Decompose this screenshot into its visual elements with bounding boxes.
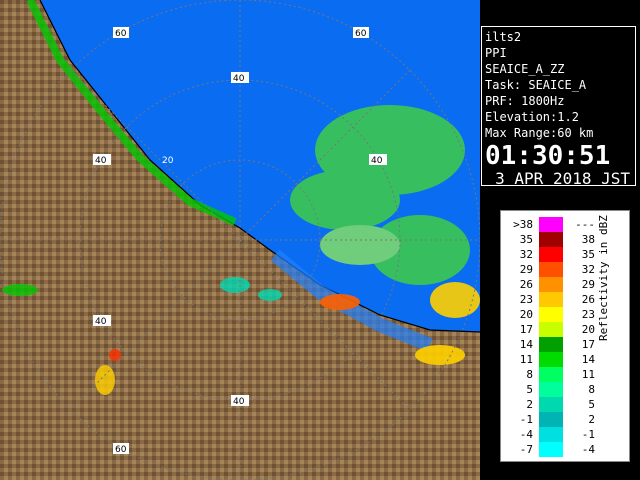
range-label-north-40: 40 (231, 72, 249, 84)
legend-low-value: -1 (519, 413, 533, 426)
legend-low-value: 20 (519, 308, 533, 321)
legend-row: >38 --- (501, 217, 601, 232)
range-label: 20 (162, 156, 174, 166)
range-label: 60 (115, 29, 127, 39)
range-label-sw-60: 60 (113, 443, 129, 455)
range-label: 40 (233, 74, 245, 84)
task-name: Task: SEAICE_A (485, 78, 587, 92)
legend-high-value: -4 (581, 443, 595, 456)
legend-low-value: 23 (519, 293, 533, 306)
legend-high-value: --- (575, 218, 595, 231)
legend-low-value: 14 (519, 338, 533, 351)
legend-row: 23 26 (501, 292, 601, 307)
legend-row: -1 2 (501, 412, 601, 427)
legend-color-swatch (539, 397, 563, 412)
max-range-value: Max Range:60 km (485, 126, 594, 140)
legend-color-swatch (539, 337, 563, 352)
legend-low-value: 35 (519, 233, 533, 246)
legend-high-value: 35 (581, 248, 595, 261)
range-label: 40 (95, 317, 107, 327)
legend-low-value: -7 (519, 443, 533, 456)
range-label: 60 (355, 29, 367, 39)
legend-high-value: -1 (581, 428, 595, 441)
elevation-value: Elevation:1.2 (485, 110, 579, 124)
legend-low-value: 26 (519, 278, 533, 291)
legend-row: 26 29 (501, 277, 601, 292)
legend-color-swatch (539, 322, 563, 337)
legend-row: -7 -4 (501, 442, 601, 457)
legend-high-value: 8 (588, 383, 595, 396)
range-label-ne-60: 60 (353, 27, 369, 39)
prf-value: PRF: 1800Hz (485, 94, 565, 108)
range-label: 40 (371, 156, 383, 166)
range-label: 60 (115, 445, 127, 455)
scan-date: 3 APR 2018 JST (495, 169, 630, 188)
legend-high-value: 29 (581, 278, 595, 291)
legend-low-value: 11 (519, 353, 533, 366)
site-name: ilts2 (485, 30, 522, 44)
legend-low-value: 32 (519, 248, 533, 261)
legend-low-value: 8 (526, 368, 533, 381)
legend-color-swatch (539, 232, 563, 247)
legend-color-swatch (539, 367, 563, 382)
legend-row: 25 (501, 397, 601, 412)
legend-row: 17 20 (501, 322, 601, 337)
range-label-w-40: 40 (93, 154, 111, 166)
legend-color-swatch (539, 442, 563, 457)
legend-color-swatch (539, 307, 563, 322)
legend-title: Reflectivity in dBZ (597, 215, 610, 341)
legend-high-value: 38 (581, 233, 595, 246)
range-label-sw-40: 40 (93, 315, 111, 327)
product-name: SEAICE_A_ZZ (485, 62, 565, 76)
legend-row: 58 (501, 382, 601, 397)
legend-low-value: 5 (526, 383, 533, 396)
legend-color-swatch (539, 382, 563, 397)
legend-low-value: -4 (519, 428, 533, 441)
legend-high-value: 14 (581, 353, 595, 366)
legend-color-swatch (539, 427, 563, 442)
legend-row: 32 35 (501, 247, 601, 262)
legend-row: -4 -1 (501, 427, 601, 442)
legend-high-value: 26 (581, 293, 595, 306)
legend-high-value: 23 (581, 308, 595, 321)
legend-high-value: 20 (581, 323, 595, 336)
legend-row: 14 17 (501, 337, 601, 352)
legend-row: 8 11 (501, 367, 601, 382)
legend-row: 20 23 (501, 307, 601, 322)
range-label-s-40: 40 (231, 395, 249, 407)
legend-low-value: 17 (519, 323, 533, 336)
legend-low-value: 29 (519, 263, 533, 276)
legend-high-value: 17 (581, 338, 595, 351)
scan-time: 01:30:51 (485, 141, 611, 171)
legend-high-value: 2 (588, 413, 595, 426)
range-label-e-40: 40 (369, 154, 387, 166)
legend-high-value: 11 (581, 368, 595, 381)
reflectivity-legend: >38 --- 35 38 32 35 29 32 26 29 23 26 20 23 17 20 14 17 11… (500, 210, 630, 462)
legend-color-swatch (539, 262, 563, 277)
legend-row: 11 14 (501, 352, 601, 367)
legend-color-swatch (539, 412, 563, 427)
scan-mode: PPI (485, 46, 507, 60)
range-label: 40 (95, 156, 107, 166)
legend-color-swatch (539, 247, 563, 262)
radar-ppi-map: 40 60 60 40 40 40 40 60 20 (0, 0, 480, 480)
legend-low-value: >38 (513, 218, 533, 231)
range-label: 40 (233, 397, 245, 407)
legend-color-swatch (539, 352, 563, 367)
legend-high-value: 32 (581, 263, 595, 276)
legend-row: 29 32 (501, 262, 601, 277)
legend-low-value: 2 (526, 398, 533, 411)
legend-color-swatch (539, 277, 563, 292)
legend-color-swatch (539, 292, 563, 307)
radar-info-panel: ilts2 PPI SEAICE_A_ZZ Task: SEAICE_A PRF… (481, 26, 636, 188)
legend-row: 35 38 (501, 232, 601, 247)
legend-high-value: 5 (588, 398, 595, 411)
legend-color-swatch (539, 217, 563, 232)
range-label-nw-60: 60 (113, 27, 129, 39)
